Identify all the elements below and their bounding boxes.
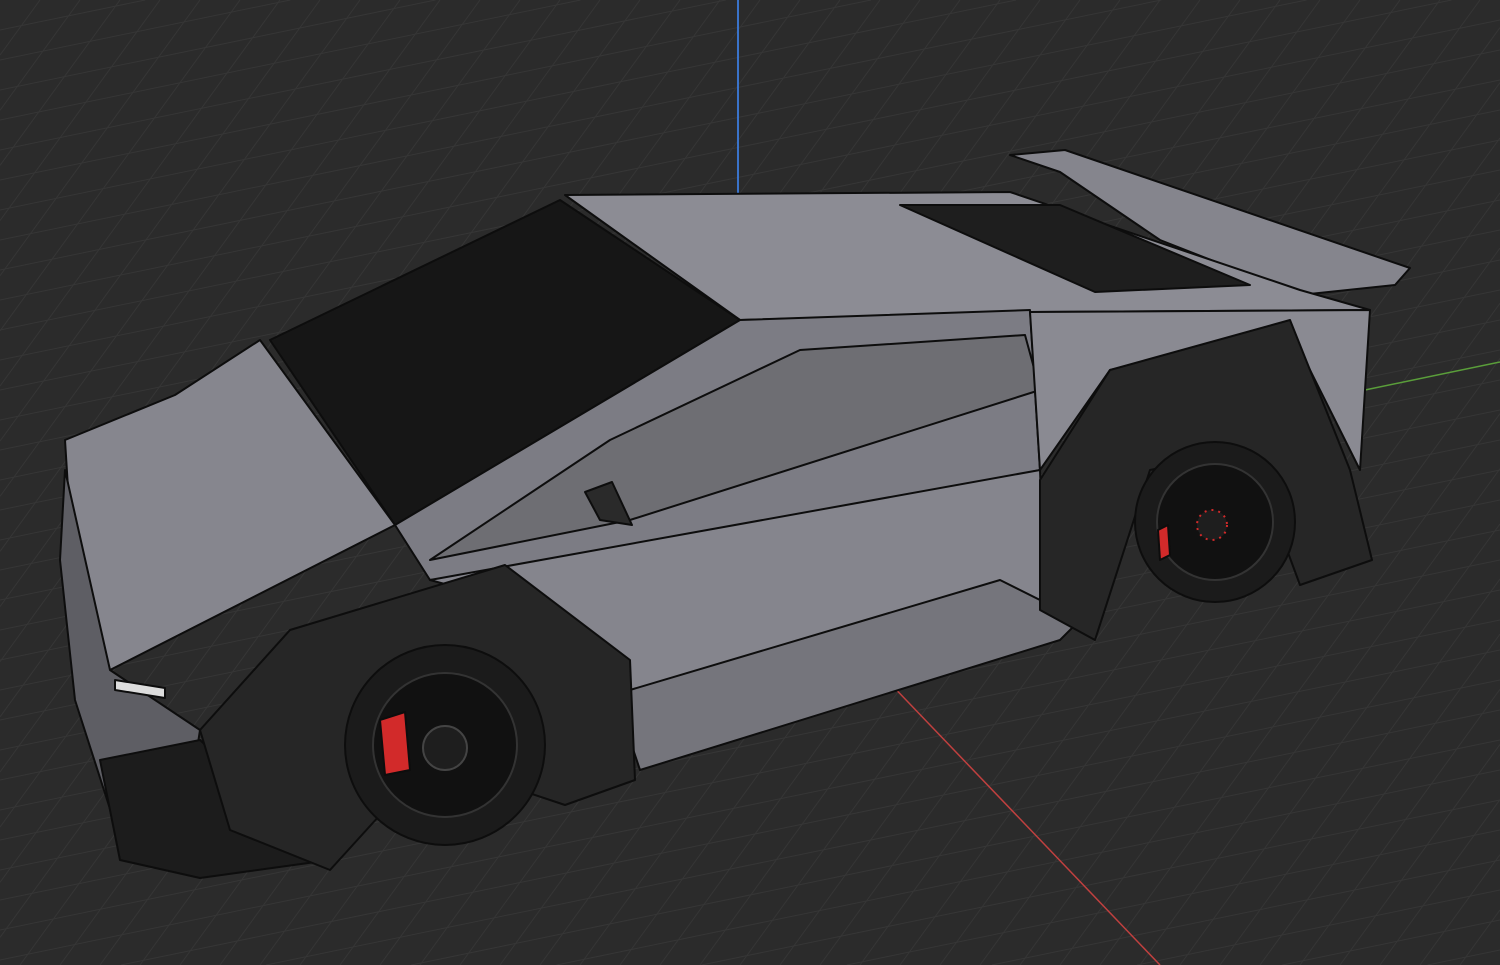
grid-line [0, 0, 872, 181]
scene [0, 0, 1500, 965]
grid-line [0, 0, 436, 91]
grid-line [1379, 799, 1500, 965]
grid-line [0, 0, 121, 166]
rear-wheel[interactable] [1134, 441, 1296, 603]
grid-line [1259, 633, 1500, 965]
grid-line [1136, 889, 1500, 965]
grid-line [0, 0, 1017, 211]
grid-line [1339, 744, 1500, 965]
3d-viewport[interactable] [0, 0, 1500, 965]
grid-line [0, 0, 281, 387]
front-wheel[interactable] [344, 644, 546, 846]
grid-line [1219, 578, 1500, 965]
grid-line [1419, 854, 1500, 965]
grid-line [0, 0, 146, 31]
grid-line [556, 769, 1500, 965]
x-axis-line [884, 677, 1161, 965]
grid-line [0, 0, 41, 56]
grid-line [846, 829, 1500, 965]
grid-line [0, 0, 201, 276]
grid-line [0, 0, 726, 151]
car-model[interactable] [59, 149, 1411, 879]
grid-line [1282, 919, 1500, 965]
brake-caliper [1157, 524, 1171, 561]
grid-line [991, 859, 1500, 965]
grid-line [0, 0, 81, 111]
grid-line [0, 0, 291, 61]
grid-line [0, 0, 241, 332]
grid-line [701, 799, 1500, 965]
grid-line [0, 0, 161, 221]
brake-caliper [379, 711, 411, 776]
grid-line [0, 0, 581, 121]
grid-line [1427, 949, 1500, 965]
